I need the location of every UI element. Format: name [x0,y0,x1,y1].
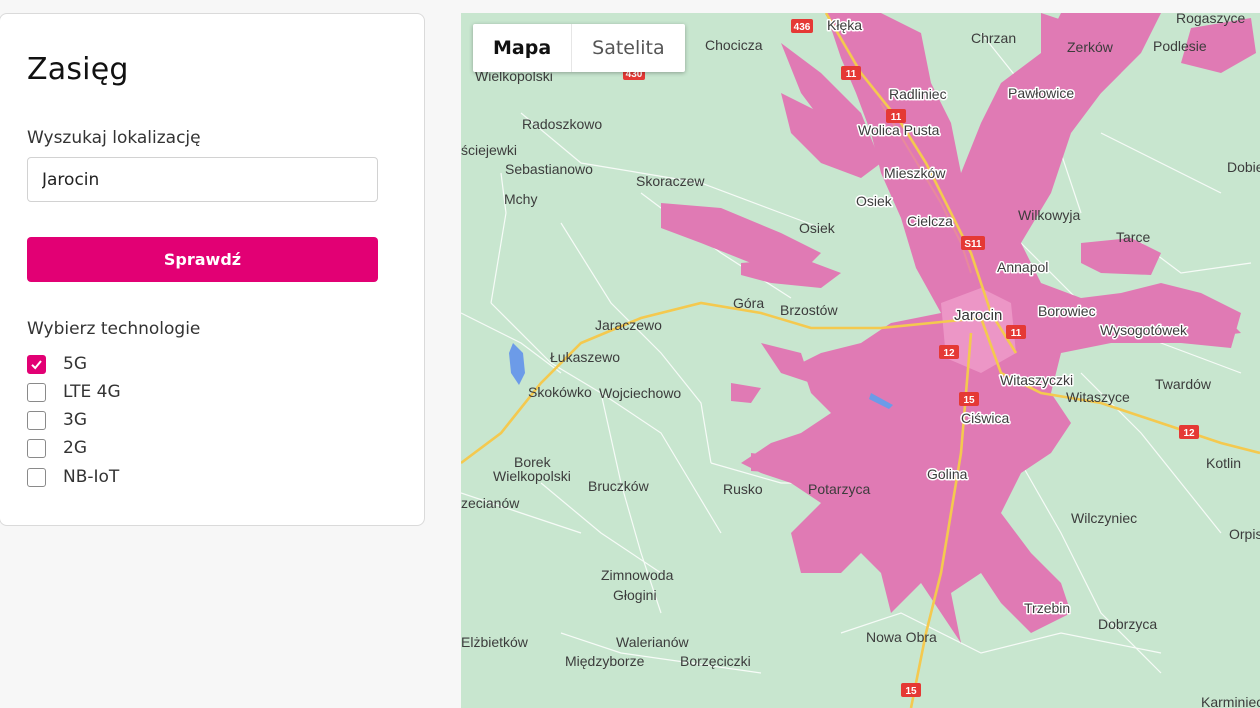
place-label: Chrzan [971,30,1016,46]
road-shield: 15 [959,392,979,406]
place-label: Skoraczew [636,173,705,189]
place-label: Ciświca [961,410,1009,426]
place-label: Międzyborze [565,653,645,669]
place-label: Łukaszewo [550,349,620,365]
place-label: Zimnowoda [601,567,674,583]
tech-option-lte-4g[interactable]: LTE 4G [27,381,121,403]
place-label: Jarocin [954,307,1002,324]
place-label: zecianów [461,495,520,511]
page-title: Zasięg [27,52,129,87]
place-label: Wielkopolski [493,468,571,484]
svg-text:436: 436 [794,22,811,33]
place-label: Rogaszyce [1176,13,1245,26]
svg-text:15: 15 [905,686,917,697]
checkbox-lte-4g[interactable] [27,382,46,402]
tech-option-nb-iot[interactable]: NB-IoT [27,466,119,488]
place-label: Trzebin [1024,600,1070,616]
tab-satellite[interactable]: Satelita [572,24,685,72]
place-label: Dobrzyca [1098,616,1157,632]
place-label: Bruczków [588,478,650,494]
location-search-input[interactable] [27,157,378,202]
place-label: Walerianów [616,634,690,650]
place-label: Dobie [1227,159,1260,175]
place-label: Chocicza [705,37,763,53]
place-label: Golina [927,466,968,482]
place-label: Głogini [613,587,657,603]
place-label: Pawłowice [1008,85,1074,101]
tab-map[interactable]: Mapa [473,24,573,72]
technology-label: Wybierz technologie [27,319,201,339]
place-label: Elżbietków [461,634,529,650]
place-label: Zerków [1067,39,1114,55]
road-shield: 12 [939,345,959,359]
place-label: Potarzyca [808,481,870,497]
place-label: Nowa Obra [866,629,937,645]
place-label: Wojciechowo [599,385,681,401]
place-label: Mieszków [884,165,946,181]
tech-option-label: LTE 4G [63,382,121,402]
place-label: Radliniec [889,86,947,102]
place-label: Sebastianowo [505,161,593,177]
place-label: Witaszyce [1066,389,1130,405]
checkbox-5g[interactable] [27,354,46,374]
svg-text:11: 11 [846,69,857,80]
place-label: Wilkowyja [1018,207,1080,223]
svg-text:11: 11 [1011,328,1022,339]
check-button[interactable]: Sprawdź [27,237,378,282]
coverage-map[interactable]: 436 11 11 430 S11 11 12 15 12 15 Kłęka R… [461,13,1260,708]
lake [509,343,525,385]
road-shield: 12 [1179,425,1199,439]
tech-option-label: NB-IoT [63,467,120,487]
place-label: Borowiec [1038,303,1096,319]
tech-option-label: 5G [63,354,87,374]
road-shield: S11 [961,236,985,250]
place-label: Radoszkowo [522,116,602,132]
svg-text:S11: S11 [964,239,982,250]
place-label: Góra [733,295,764,311]
place-label: Podlesie [1153,38,1207,54]
place-label: Brzostów [780,302,838,318]
place-label: Mchy [504,191,537,207]
checkbox-nb-iot[interactable] [27,467,46,487]
checkbox-3g[interactable] [27,410,46,430]
road-shield: 11 [841,66,861,80]
place-label: Twardów [1155,376,1212,392]
place-label: Kotlin [1206,455,1241,471]
place-label: Karminiec [1201,694,1260,708]
tech-option-label: 3G [63,410,87,430]
place-label: ściejewki [461,142,517,158]
place-label: Cielcza [907,213,953,229]
place-label: Osiek [799,220,836,236]
map-type-switch: Mapa Satelita [473,24,685,72]
tech-option-label: 2G [63,438,87,458]
tech-option-2g[interactable]: 2G [27,437,87,459]
place-label: Orpis [1229,526,1260,542]
map-canvas[interactable]: 436 11 11 430 S11 11 12 15 12 15 Kłęka R… [461,13,1260,708]
place-label: Jaraczewo [595,317,662,333]
svg-text:15: 15 [963,395,975,406]
checkmark-icon [31,359,42,369]
tech-option-5g[interactable]: 5G [27,353,87,375]
road-shield: 436 [791,19,813,33]
place-label: Borzęciczki [680,653,751,669]
place-label: Tarce [1116,229,1150,245]
place-label: Kłęka [827,17,862,33]
place-label: Wilczyniec [1071,510,1137,526]
road-shield: 11 [1006,325,1026,339]
svg-text:12: 12 [1183,428,1195,439]
place-label: Wolica Pusta [858,122,940,138]
road-shield: 15 [901,683,921,697]
place-label: Witaszyczki [1000,372,1073,388]
place-label: Skokówko [528,384,592,400]
checkbox-2g[interactable] [27,438,46,458]
tech-option-3g[interactable]: 3G [27,409,87,431]
place-label: Annapol [997,259,1048,275]
coverage-panel: Zasięg Wyszukaj lokalizację Sprawdź Wybi… [0,13,425,526]
place-label: Rusko [723,481,763,497]
place-label: Wysogotówek [1100,322,1188,338]
search-label: Wyszukaj lokalizację [27,128,201,148]
svg-text:12: 12 [943,348,955,359]
road-shield: 11 [886,109,906,123]
place-label: Osiek [856,193,893,209]
